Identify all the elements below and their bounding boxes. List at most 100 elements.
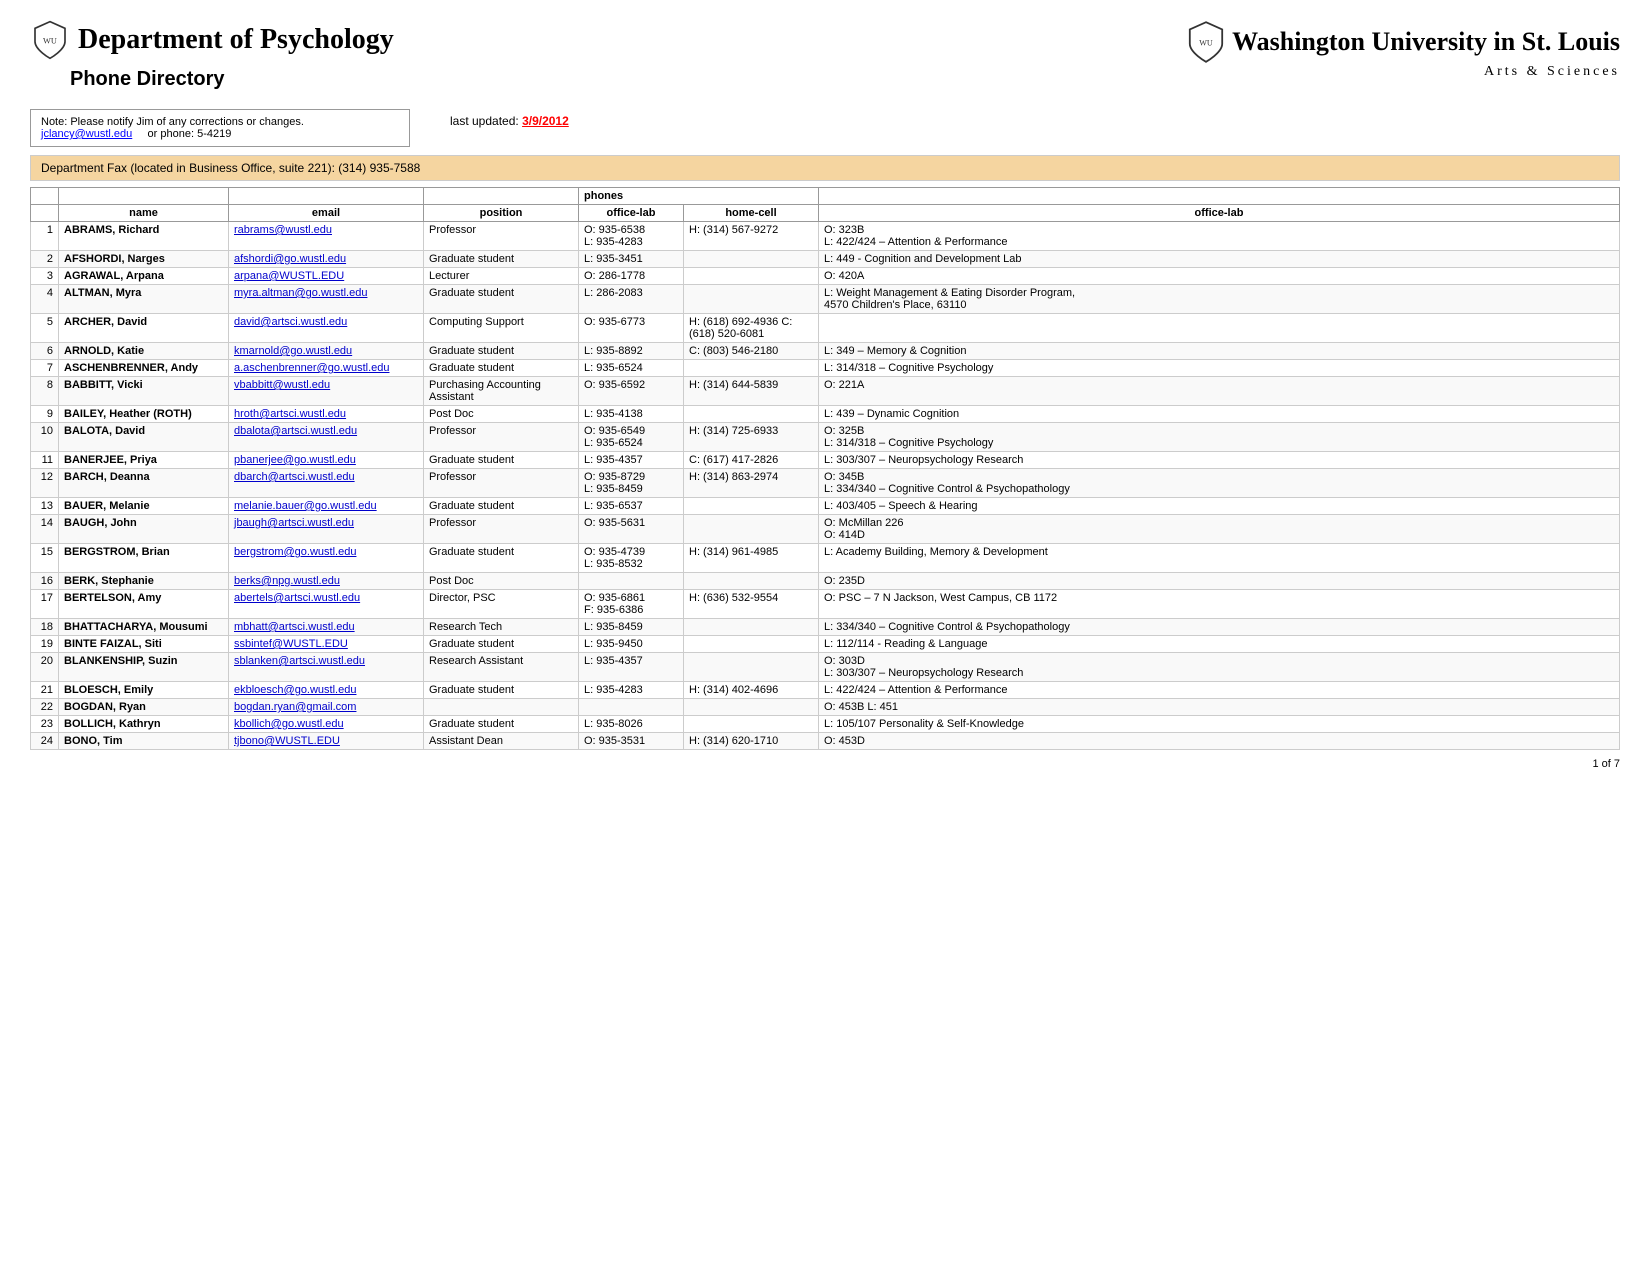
email-link[interactable]: sblanken@artsci.wustl.edu	[234, 655, 365, 667]
email-link[interactable]: pbanerjee@go.wustl.edu	[234, 454, 356, 466]
cell-email: mbhatt@artsci.wustl.edu	[229, 619, 424, 636]
email-link[interactable]: a.aschenbrenner@go.wustl.edu	[234, 362, 390, 374]
cell-home-cell	[684, 251, 819, 268]
cell-office-lab: O: 325B L: 314/318 – Cognitive Psycholog…	[819, 423, 1620, 452]
cell-phones-office: O: 935-6861 F: 935-6386	[579, 590, 684, 619]
cell-phones-office: O: 935-5631	[579, 515, 684, 544]
cell-office-lab: L: 334/340 – Cognitive Control & Psychop…	[819, 619, 1620, 636]
cell-email: ekbloesch@go.wustl.edu	[229, 682, 424, 699]
email-link[interactable]: melanie.bauer@go.wustl.edu	[234, 500, 377, 512]
cell-num: 22	[31, 699, 59, 716]
cell-email: berks@npg.wustl.edu	[229, 573, 424, 590]
cell-position: Post Doc	[424, 406, 579, 423]
cell-home-cell: H: (314) 402-4696	[684, 682, 819, 699]
cell-email: arpana@WUSTL.EDU	[229, 268, 424, 285]
cell-home-cell	[684, 406, 819, 423]
email-link[interactable]: kmarnold@go.wustl.edu	[234, 345, 352, 357]
note-email-link[interactable]: jclancy@wustl.edu	[41, 128, 132, 140]
cell-office-lab: L: 314/318 – Cognitive Psychology	[819, 360, 1620, 377]
cell-phones-office: O: 935-3531	[579, 733, 684, 750]
email-link[interactable]: tjbono@WUSTL.EDU	[234, 735, 340, 747]
cell-office-lab: L: 439 – Dynamic Cognition	[819, 406, 1620, 423]
cell-email: kbollich@go.wustl.edu	[229, 716, 424, 733]
table-row: 2AFSHORDI, Nargesafshordi@go.wustl.eduGr…	[31, 251, 1620, 268]
cell-num: 8	[31, 377, 59, 406]
phones-header: phones	[579, 188, 819, 205]
cell-phones-office: O: 935-6773	[579, 314, 684, 343]
cell-name: BABBITT, Vicki	[59, 377, 229, 406]
cell-home-cell: C: (803) 546-2180	[684, 343, 819, 360]
cell-num: 19	[31, 636, 59, 653]
email-link[interactable]: ekbloesch@go.wustl.edu	[234, 684, 356, 696]
cell-email: melanie.bauer@go.wustl.edu	[229, 498, 424, 515]
cell-email: myra.altman@go.wustl.edu	[229, 285, 424, 314]
cell-home-cell: H: (314) 620-1710	[684, 733, 819, 750]
cell-email: sblanken@artsci.wustl.edu	[229, 653, 424, 682]
last-updated: last updated: 3/9/2012	[450, 114, 569, 128]
email-link[interactable]: myra.altman@go.wustl.edu	[234, 287, 367, 299]
cell-home-cell	[684, 498, 819, 515]
email-link[interactable]: ssbintef@WUSTL.EDU	[234, 638, 348, 650]
email-link[interactable]: david@artsci.wustl.edu	[234, 316, 347, 328]
cell-office-lab	[819, 314, 1620, 343]
cell-position: Research Tech	[424, 619, 579, 636]
cell-name: BAUER, Melanie	[59, 498, 229, 515]
cell-position: Graduate student	[424, 251, 579, 268]
email-link[interactable]: bergstrom@go.wustl.edu	[234, 546, 356, 558]
cell-name: BHATTACHARYA, Mousumi	[59, 619, 229, 636]
email-link[interactable]: bogdan.ryan@gmail.com	[234, 701, 356, 713]
email-link[interactable]: vbabbitt@wustl.edu	[234, 379, 330, 391]
cell-office-lab: O: McMillan 226 O: 414D	[819, 515, 1620, 544]
cell-num: 16	[31, 573, 59, 590]
cell-num: 3	[31, 268, 59, 285]
th-num	[31, 205, 59, 222]
fax-bar: Department Fax (located in Business Offi…	[30, 155, 1620, 181]
cell-position: Graduate student	[424, 636, 579, 653]
email-link[interactable]: mbhatt@artsci.wustl.edu	[234, 621, 355, 633]
cell-email: abertels@artsci.wustl.edu	[229, 590, 424, 619]
table-row: 3AGRAWAL, Arpanaarpana@WUSTL.EDULecturer…	[31, 268, 1620, 285]
cell-position: Purchasing Accounting Assistant	[424, 377, 579, 406]
table-row: 22BOGDAN, Ryanbogdan.ryan@gmail.comO: 45…	[31, 699, 1620, 716]
page-header: WU Department of Psychology Phone Direct…	[30, 20, 1620, 99]
cell-num: 20	[31, 653, 59, 682]
email-link[interactable]: rabrams@wustl.edu	[234, 224, 332, 236]
cell-office-lab: O: 221A	[819, 377, 1620, 406]
cell-position	[424, 699, 579, 716]
table-row: 24BONO, Timtjbono@WUSTL.EDUAssistant Dea…	[31, 733, 1620, 750]
email-link[interactable]: hroth@artsci.wustl.edu	[234, 408, 346, 420]
cell-phones-office	[579, 573, 684, 590]
cell-office-lab: L: 422/424 – Attention & Performance	[819, 682, 1620, 699]
cell-num: 12	[31, 469, 59, 498]
cell-position: Computing Support	[424, 314, 579, 343]
cell-position: Graduate student	[424, 682, 579, 699]
cell-office-lab: L: Academy Building, Memory & Developmen…	[819, 544, 1620, 573]
cell-home-cell	[684, 653, 819, 682]
cell-email: dbalota@artsci.wustl.edu	[229, 423, 424, 452]
last-updated-label: last updated:	[450, 114, 519, 128]
th-name: name	[59, 205, 229, 222]
email-link[interactable]: afshordi@go.wustl.edu	[234, 253, 346, 265]
email-link[interactable]: kbollich@go.wustl.edu	[234, 718, 344, 730]
col-headers-row: name email position office-lab home-cell…	[31, 205, 1620, 222]
cell-name: ARCHER, David	[59, 314, 229, 343]
email-link[interactable]: dbarch@artsci.wustl.edu	[234, 471, 355, 483]
cell-home-cell	[684, 716, 819, 733]
email-link[interactable]: arpana@WUSTL.EDU	[234, 270, 344, 282]
email-link[interactable]: dbalota@artsci.wustl.edu	[234, 425, 357, 437]
table-row: 6ARNOLD, Katiekmarnold@go.wustl.eduGradu…	[31, 343, 1620, 360]
cell-phones-office: L: 935-4357	[579, 452, 684, 469]
last-updated-date[interactable]: 3/9/2012	[522, 114, 569, 128]
cell-position: Post Doc	[424, 573, 579, 590]
cell-email: ssbintef@WUSTL.EDU	[229, 636, 424, 653]
email-link[interactable]: berks@npg.wustl.edu	[234, 575, 340, 587]
cell-email: vbabbitt@wustl.edu	[229, 377, 424, 406]
email-link[interactable]: abertels@artsci.wustl.edu	[234, 592, 360, 604]
cell-phones-office: O: 935-8729 L: 935-8459	[579, 469, 684, 498]
table-row: 13BAUER, Melaniemelanie.bauer@go.wustl.e…	[31, 498, 1620, 515]
cell-home-cell	[684, 573, 819, 590]
shield-icon: WU	[30, 20, 70, 60]
cell-num: 17	[31, 590, 59, 619]
email-link[interactable]: jbaugh@artsci.wustl.edu	[234, 517, 354, 529]
cell-office-lab: L: 303/307 – Neuropsychology Research	[819, 452, 1620, 469]
